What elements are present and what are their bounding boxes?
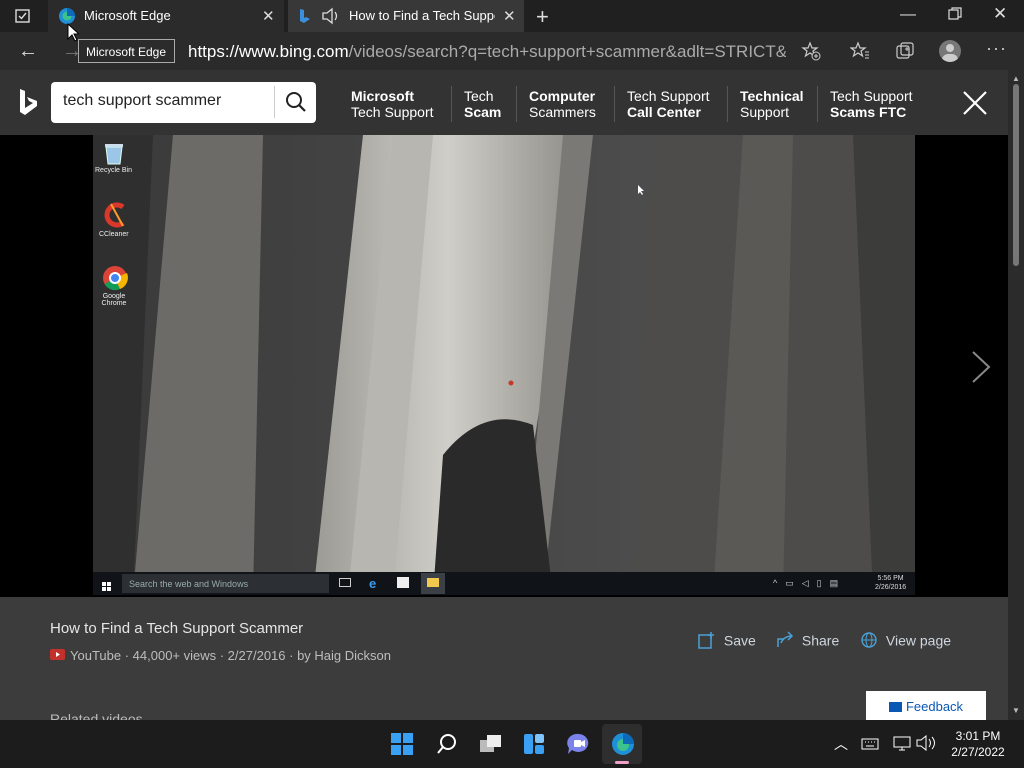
video-meta: YouTube · 44,000+ views · 2/27/2016 · by… [70, 648, 391, 663]
related-search-tech-support-call-center[interactable]: Tech Support Call Center [627, 88, 710, 120]
save-button[interactable]: Save [698, 631, 756, 650]
tab-video-page[interactable]: How to Find a Tech Support Scammer ✕ [288, 0, 524, 32]
inner-tray-icons: ^▭◁▯▤ [773, 578, 847, 588]
divider [516, 86, 517, 122]
video-title[interactable]: How to Find a Tech Support Scammer [50, 620, 303, 637]
feedback-icon [888, 701, 902, 712]
video-source: YouTube [70, 648, 122, 663]
task-view-icon[interactable] [479, 734, 503, 759]
minimize-icon[interactable]: — [900, 6, 916, 24]
back-arrow-icon[interactable]: ← [18, 40, 38, 63]
teams-chat-icon[interactable] [567, 733, 591, 760]
video-stats: · 44,000+ views · 2/27/2016 · by Haig Di… [124, 648, 391, 663]
close-window-icon[interactable]: ✕ [993, 4, 1007, 24]
more-menu-icon[interactable]: ··· [986, 38, 1007, 59]
desktop-icon-label: Recycle Bin [95, 167, 132, 174]
url-text[interactable]: https://www.bing.com/videos/search?q=tec… [188, 42, 786, 62]
tab-title: Microsoft Edge [84, 8, 171, 23]
page-scrollbar[interactable]: ▲ ▼ [1008, 70, 1024, 720]
profile-avatar-icon[interactable] [939, 40, 961, 62]
tab-actions-icon[interactable] [14, 7, 32, 25]
divider [451, 86, 452, 122]
edge-taskbar-icon[interactable] [611, 732, 635, 761]
recycle-bin-icon[interactable] [103, 141, 125, 170]
share-button[interactable]: Share [776, 631, 839, 649]
share-icon [777, 631, 794, 648]
globe-icon [861, 632, 877, 648]
inner-task-view-icon [339, 578, 351, 587]
windows-start-icon[interactable] [391, 733, 413, 760]
inner-start-icon [102, 579, 112, 595]
youtube-icon [50, 649, 65, 660]
ccleaner-icon[interactable] [101, 201, 129, 234]
mouse-cursor-icon [67, 22, 81, 48]
related-search-computer-scammers[interactable]: Computer Scammers [529, 88, 596, 120]
related-search-technical-support[interactable]: Technical Support [740, 88, 804, 120]
desktop-icon-label: CCleaner [99, 231, 129, 238]
inner-store-icon [397, 577, 409, 588]
chrome-icon[interactable] [102, 265, 128, 296]
related-search-tech-scam[interactable]: Tech Scam [464, 88, 501, 120]
view-page-button[interactable]: View page [860, 631, 951, 649]
inner-ie-icon: e [369, 576, 377, 591]
network-icon[interactable] [893, 735, 911, 756]
tab-microsoft-edge[interactable]: Microsoft Edge ✕ [48, 0, 284, 32]
divider [614, 86, 615, 122]
divider [817, 86, 818, 122]
new-tab-icon[interactable]: + [536, 4, 549, 30]
keyboard-icon[interactable] [861, 737, 879, 755]
tab-title: How to Find a Tech Support Scammer [349, 8, 495, 23]
search-icon[interactable] [285, 91, 307, 118]
volume-icon[interactable] [916, 734, 936, 756]
scrollbar-thumb [1013, 84, 1019, 266]
tray-overflow-icon[interactable]: ︿ [834, 734, 848, 754]
inner-search-placeholder: Search the web and Windows [129, 579, 249, 589]
search-input[interactable]: tech support scammer [63, 92, 221, 110]
bing-logo-icon [298, 8, 312, 27]
divider [727, 86, 728, 122]
speaker-icon[interactable] [321, 7, 341, 28]
taskbar-search-icon[interactable] [436, 733, 458, 760]
tab-tooltip: Microsoft Edge [78, 39, 175, 63]
related-search-microsoft-tech-support[interactable]: Microsoft Tech Support [351, 88, 434, 120]
bing-logo-icon[interactable] [18, 88, 38, 121]
restore-icon[interactable] [948, 7, 962, 26]
widgets-icon[interactable] [523, 733, 545, 760]
save-icon [698, 632, 714, 650]
desktop-icon-label: Google Chrome [101, 293, 127, 307]
cliff-wallpaper [93, 135, 915, 595]
collections-icon[interactable] [895, 41, 915, 66]
close-tab-icon[interactable]: ✕ [262, 7, 275, 25]
search-divider [274, 86, 275, 118]
related-search-tech-support-scams-ftc[interactable]: Tech Support Scams FTC [830, 88, 913, 120]
close-tab-icon[interactable]: ✕ [503, 7, 516, 25]
taskbar-clock[interactable]: 3:01 PM 2/27/2022 [944, 728, 1012, 760]
favorites-icon[interactable] [849, 41, 870, 66]
inner-explorer-icon [427, 578, 439, 587]
video-player[interactable]: Recycle Bin CCleaner Google Chrome Searc… [93, 135, 915, 595]
video-cursor-icon [637, 183, 645, 201]
add-favorite-icon[interactable] [801, 41, 821, 66]
active-app-indicator [615, 761, 629, 764]
feedback-button[interactable]: Feedback [866, 691, 986, 720]
next-arrow-icon[interactable] [970, 350, 992, 389]
related-videos-heading: Related videos [50, 711, 143, 720]
inner-clock: 5:56 PM 2/26/2016 [875, 575, 907, 591]
close-viewer-icon[interactable] [962, 90, 988, 121]
